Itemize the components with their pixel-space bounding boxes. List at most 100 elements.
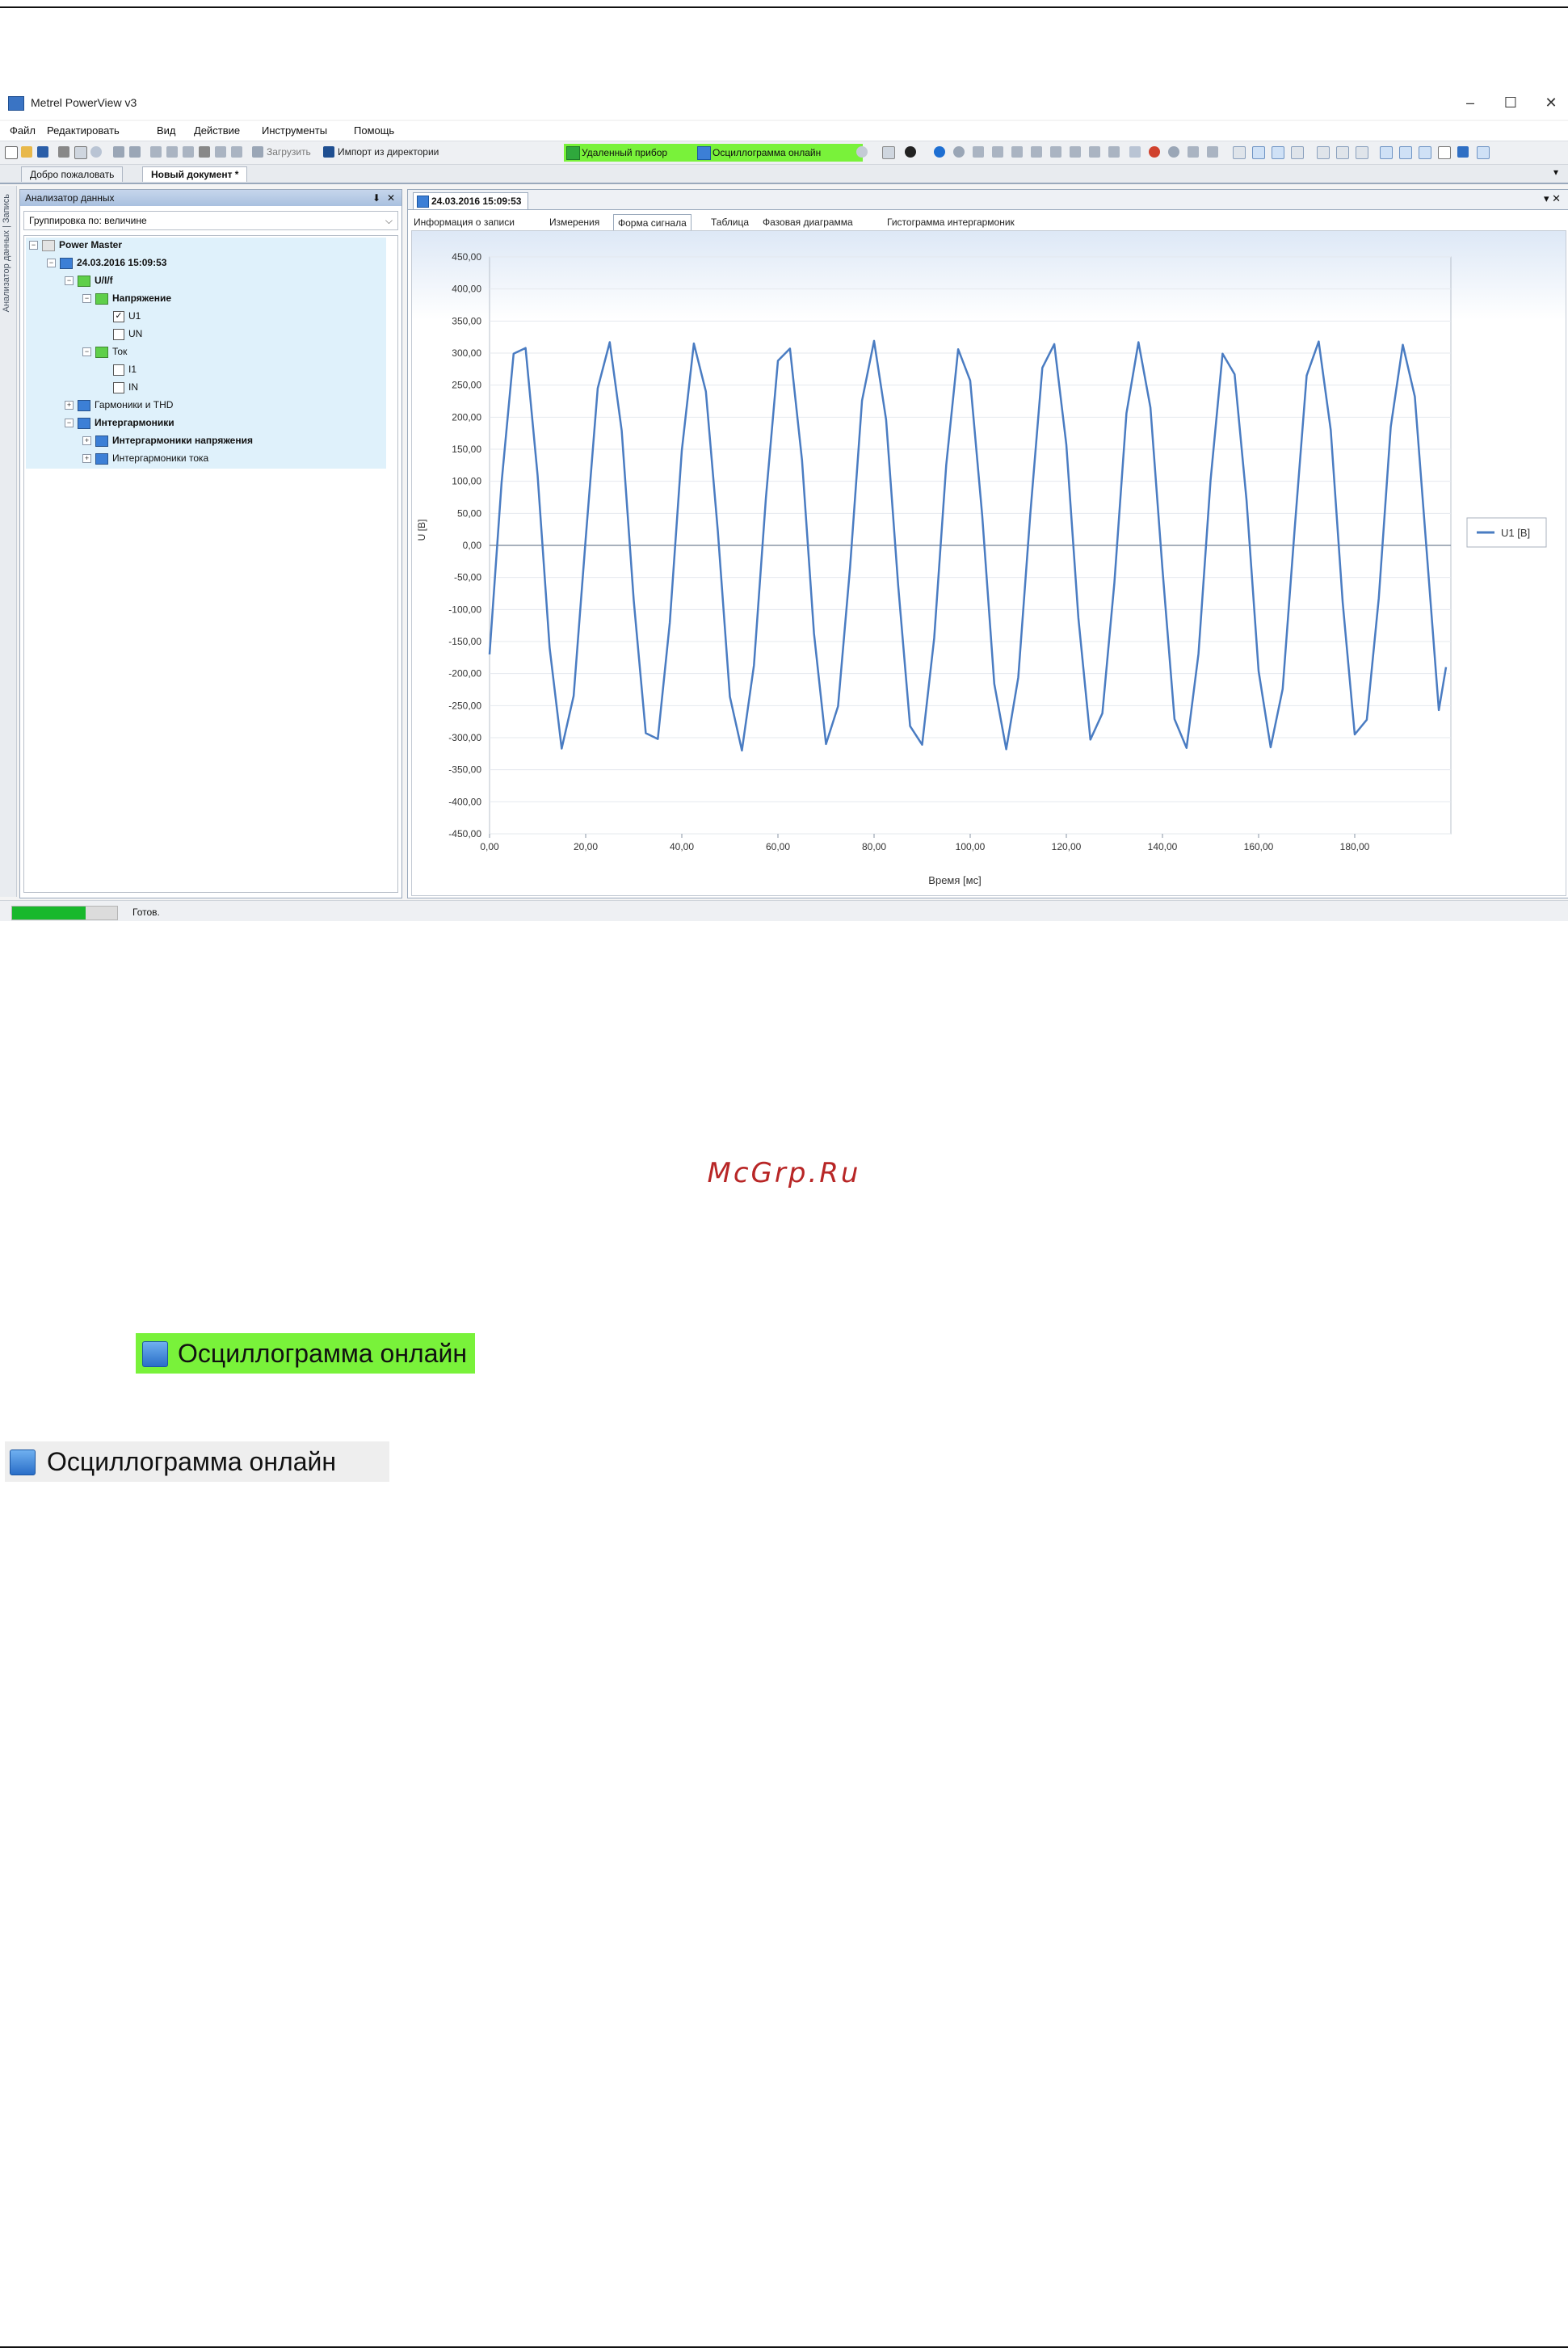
grid-icon-4[interactable]	[1070, 146, 1081, 158]
collapse-icon[interactable]: −	[82, 294, 91, 304]
export-icon[interactable]	[1207, 146, 1218, 158]
record-tab[interactable]: 24.03.2016 15:09:53	[413, 192, 529, 209]
print-icon[interactable]	[58, 146, 69, 158]
grid-icon-1[interactable]	[1011, 146, 1023, 158]
tab-welcome[interactable]: Добро пожаловать	[21, 166, 124, 182]
refresh-icon[interactable]	[934, 146, 945, 158]
gear-icon[interactable]	[905, 146, 916, 158]
subtab-table[interactable]: Таблица	[707, 214, 753, 230]
tree-node-i1[interactable]: I1	[113, 362, 137, 377]
print-preview-icon[interactable]	[74, 146, 87, 159]
tree-node-uif[interactable]: − U/I/f	[65, 273, 113, 288]
tree-node-interharmonics[interactable]: − Интергармоники	[65, 415, 174, 430]
tree-node-un[interactable]: UN	[113, 326, 142, 341]
menu-help[interactable]: Помощь	[354, 124, 394, 137]
subtab-record-info[interactable]: Информация о записи	[410, 214, 519, 230]
grouping-select[interactable]: Группировка по: величине ⌵	[23, 211, 398, 230]
tree-node-record[interactable]: − 24.03.2016 15:09:53	[47, 255, 166, 270]
upload-icon[interactable]	[252, 146, 263, 158]
tree-node-current[interactable]: − Ток	[82, 344, 127, 359]
open-folder-icon[interactable]	[21, 146, 32, 158]
layout-icon-3[interactable]	[1419, 146, 1431, 159]
view-icon-6[interactable]	[1356, 146, 1368, 159]
view-icon-4[interactable]	[1291, 146, 1304, 159]
edit-icon[interactable]	[1457, 146, 1469, 158]
document-controls[interactable]: ▾ ✕	[1544, 192, 1561, 205]
settings-icon[interactable]	[215, 146, 226, 158]
clock-icon[interactable]	[953, 146, 965, 158]
u1-checkbox[interactable]: ✓	[113, 310, 124, 322]
redo-icon[interactable]	[129, 146, 141, 158]
new-file-icon[interactable]	[5, 146, 18, 159]
collapse-icon[interactable]: −	[65, 419, 74, 428]
tree-node-root[interactable]: − Power Master	[29, 238, 122, 252]
properties-icon[interactable]	[231, 146, 242, 158]
collapse-icon[interactable]: −	[47, 259, 56, 268]
copy-icon[interactable]	[166, 146, 178, 158]
expand-icon[interactable]: +	[82, 454, 91, 464]
menu-edit[interactable]: Редактировать	[47, 124, 120, 137]
grid-icon-2[interactable]	[1031, 146, 1042, 158]
collapse-icon[interactable]: −	[82, 347, 91, 357]
grid-icon-5[interactable]	[1089, 146, 1100, 158]
grid-icon-3[interactable]	[1050, 146, 1061, 158]
layout-icon-2[interactable]	[1399, 146, 1412, 159]
tree-node-harmonics[interactable]: + Гармоники и THD	[65, 398, 173, 412]
tab-new-document[interactable]: Новый документ *	[142, 166, 248, 182]
view-icon-2[interactable]	[1252, 146, 1265, 159]
paste-icon[interactable]	[183, 146, 194, 158]
waveform-chart[interactable]: 450,00 400,00 350,00 300,00 250,00 200,00 150,…	[412, 231, 1566, 895]
subtab-interharmonics-histogram[interactable]: Гистограмма интергармоник	[883, 214, 1019, 230]
view-icon-5[interactable]	[1317, 146, 1330, 159]
un-checkbox[interactable]	[113, 328, 124, 340]
view-icon-3[interactable]	[1272, 146, 1284, 159]
undo-icon[interactable]	[113, 146, 124, 158]
compass-icon[interactable]	[992, 146, 1003, 158]
pin-icon[interactable]: ⬇	[372, 190, 380, 206]
tree-node-u1[interactable]: ✓ U1	[113, 309, 141, 323]
delete-icon[interactable]	[199, 146, 210, 158]
oscillogram-online-button[interactable]: Осциллограмма онлайн	[695, 144, 863, 162]
report-icon[interactable]	[1188, 146, 1199, 158]
subtab-measurements[interactable]: Измерения	[545, 214, 603, 230]
tree-node-ih-current[interactable]: + Интергармоники тока	[82, 451, 208, 465]
import-icon[interactable]	[323, 146, 334, 158]
grid-icon-6[interactable]	[1108, 146, 1120, 158]
expand-icon[interactable]: +	[82, 436, 91, 446]
expand-icon[interactable]: +	[65, 401, 74, 410]
menu-view[interactable]: Вид	[157, 124, 176, 137]
layout-icon-1[interactable]	[1380, 146, 1393, 159]
tree-node-in[interactable]: IN	[113, 380, 138, 394]
in-checkbox[interactable]	[113, 381, 124, 393]
subtab-waveform[interactable]: Форма сигнала	[613, 214, 692, 231]
i1-checkbox[interactable]	[113, 364, 124, 376]
disconnect-icon[interactable]	[856, 146, 868, 158]
menu-tools[interactable]: Инструменты	[262, 124, 327, 137]
collapse-icon[interactable]: −	[65, 276, 74, 286]
side-strip-label[interactable]: Анализатор данных | Запись	[2, 194, 11, 312]
menu-file[interactable]: Файл	[10, 124, 36, 137]
collapse-icon[interactable]: −	[29, 241, 38, 250]
subtab-phase-diagram[interactable]: Фазовая диаграмма	[759, 214, 857, 230]
filter-icon[interactable]	[1129, 146, 1141, 158]
remote-instrument-button[interactable]: Удаленный прибор	[564, 144, 706, 162]
tab-list-chevron-icon[interactable]: ▾	[1553, 166, 1558, 178]
tree-node-voltage[interactable]: − Напряжение	[82, 291, 171, 305]
menu-action[interactable]: Действие	[194, 124, 240, 137]
panel-close-icon[interactable]: ✕	[387, 190, 395, 206]
zoom-icon[interactable]	[90, 146, 102, 158]
upload-button[interactable]: Загрузить	[267, 146, 311, 158]
table-icon[interactable]	[973, 146, 984, 158]
minimize-button[interactable]: –	[1454, 90, 1486, 115]
view-icon-1[interactable]	[1233, 146, 1246, 159]
sigma-icon[interactable]	[1336, 146, 1349, 159]
search-icon[interactable]	[1168, 146, 1179, 158]
pie-chart-icon[interactable]	[1149, 146, 1160, 158]
cut-icon[interactable]	[150, 146, 162, 158]
pencil-icon[interactable]	[1477, 146, 1490, 159]
close-button[interactable]: ✕	[1535, 90, 1567, 115]
maximize-button[interactable]: ☐	[1494, 90, 1527, 115]
save-icon[interactable]	[37, 146, 48, 158]
document-icon[interactable]	[882, 146, 895, 159]
tree-node-ih-voltage[interactable]: + Интергармоники напряжения	[82, 433, 253, 448]
